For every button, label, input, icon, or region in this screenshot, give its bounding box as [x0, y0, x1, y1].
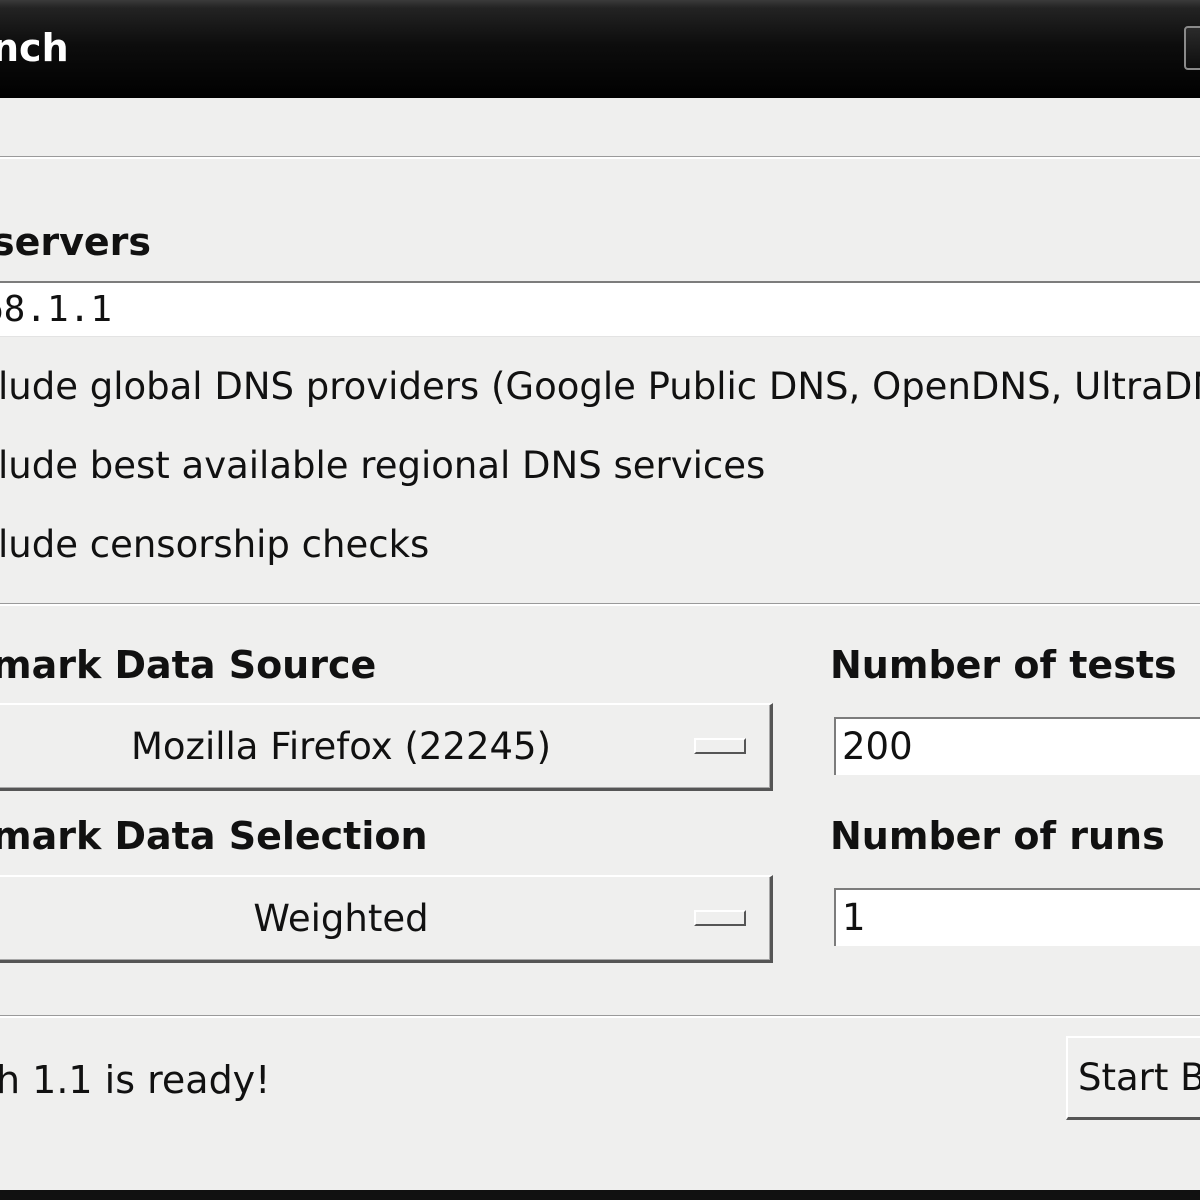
start-benchmark-button[interactable]: Start Be	[1066, 1036, 1200, 1120]
include-global-dns-option[interactable]: lude global DNS providers (Google Public…	[0, 365, 1200, 415]
middle-divider	[0, 603, 1200, 606]
status-text: h 1.1 is ready!	[0, 1058, 271, 1102]
include-regional-dns-label: lude best available regional DNS service…	[0, 444, 766, 487]
data-selection-label: mark Data Selection	[0, 814, 428, 858]
data-selection-selected: Weighted	[253, 897, 429, 940]
number-of-tests-label: Number of tests	[830, 643, 1177, 687]
main-panel: servers 68.1.1 lude global DNS providers…	[0, 98, 1200, 1190]
number-of-runs-input[interactable]: 1	[834, 888, 1200, 946]
nameservers-label: servers	[0, 220, 152, 264]
window-title: nch	[0, 26, 69, 70]
start-benchmark-label: Start Be	[1078, 1056, 1200, 1099]
number-of-runs-label: Number of runs	[830, 814, 1165, 858]
data-source-selected: Mozilla Firefox (22245)	[130, 725, 552, 768]
option-menu-indicator-icon	[694, 910, 746, 926]
data-selection-select[interactable]: Weighted	[0, 875, 773, 963]
nameservers-input[interactable]: 68.1.1	[0, 281, 1200, 337]
nameservers-input-value: 68.1.1	[0, 289, 113, 330]
window-control-button[interactable]	[1184, 26, 1200, 70]
option-menu-indicator-icon	[694, 738, 746, 754]
include-regional-dns-option[interactable]: lude best available regional DNS service…	[0, 444, 1200, 494]
window-titlebar[interactable]: nch	[0, 0, 1200, 100]
include-censorship-option[interactable]: lude censorship checks	[0, 523, 1200, 573]
window-bottom-border	[0, 1190, 1200, 1200]
data-source-label: mark Data Source	[0, 643, 377, 687]
data-source-select[interactable]: Mozilla Firefox (22245)	[0, 703, 773, 791]
number-of-tests-value: 200	[842, 725, 913, 768]
include-censorship-label: lude censorship checks	[0, 523, 430, 566]
bottom-divider	[0, 1015, 1200, 1018]
number-of-tests-input[interactable]: 200	[834, 717, 1200, 775]
number-of-runs-value: 1	[842, 896, 866, 939]
include-global-dns-label: lude global DNS providers (Google Public…	[0, 365, 1200, 408]
top-divider	[0, 156, 1200, 159]
